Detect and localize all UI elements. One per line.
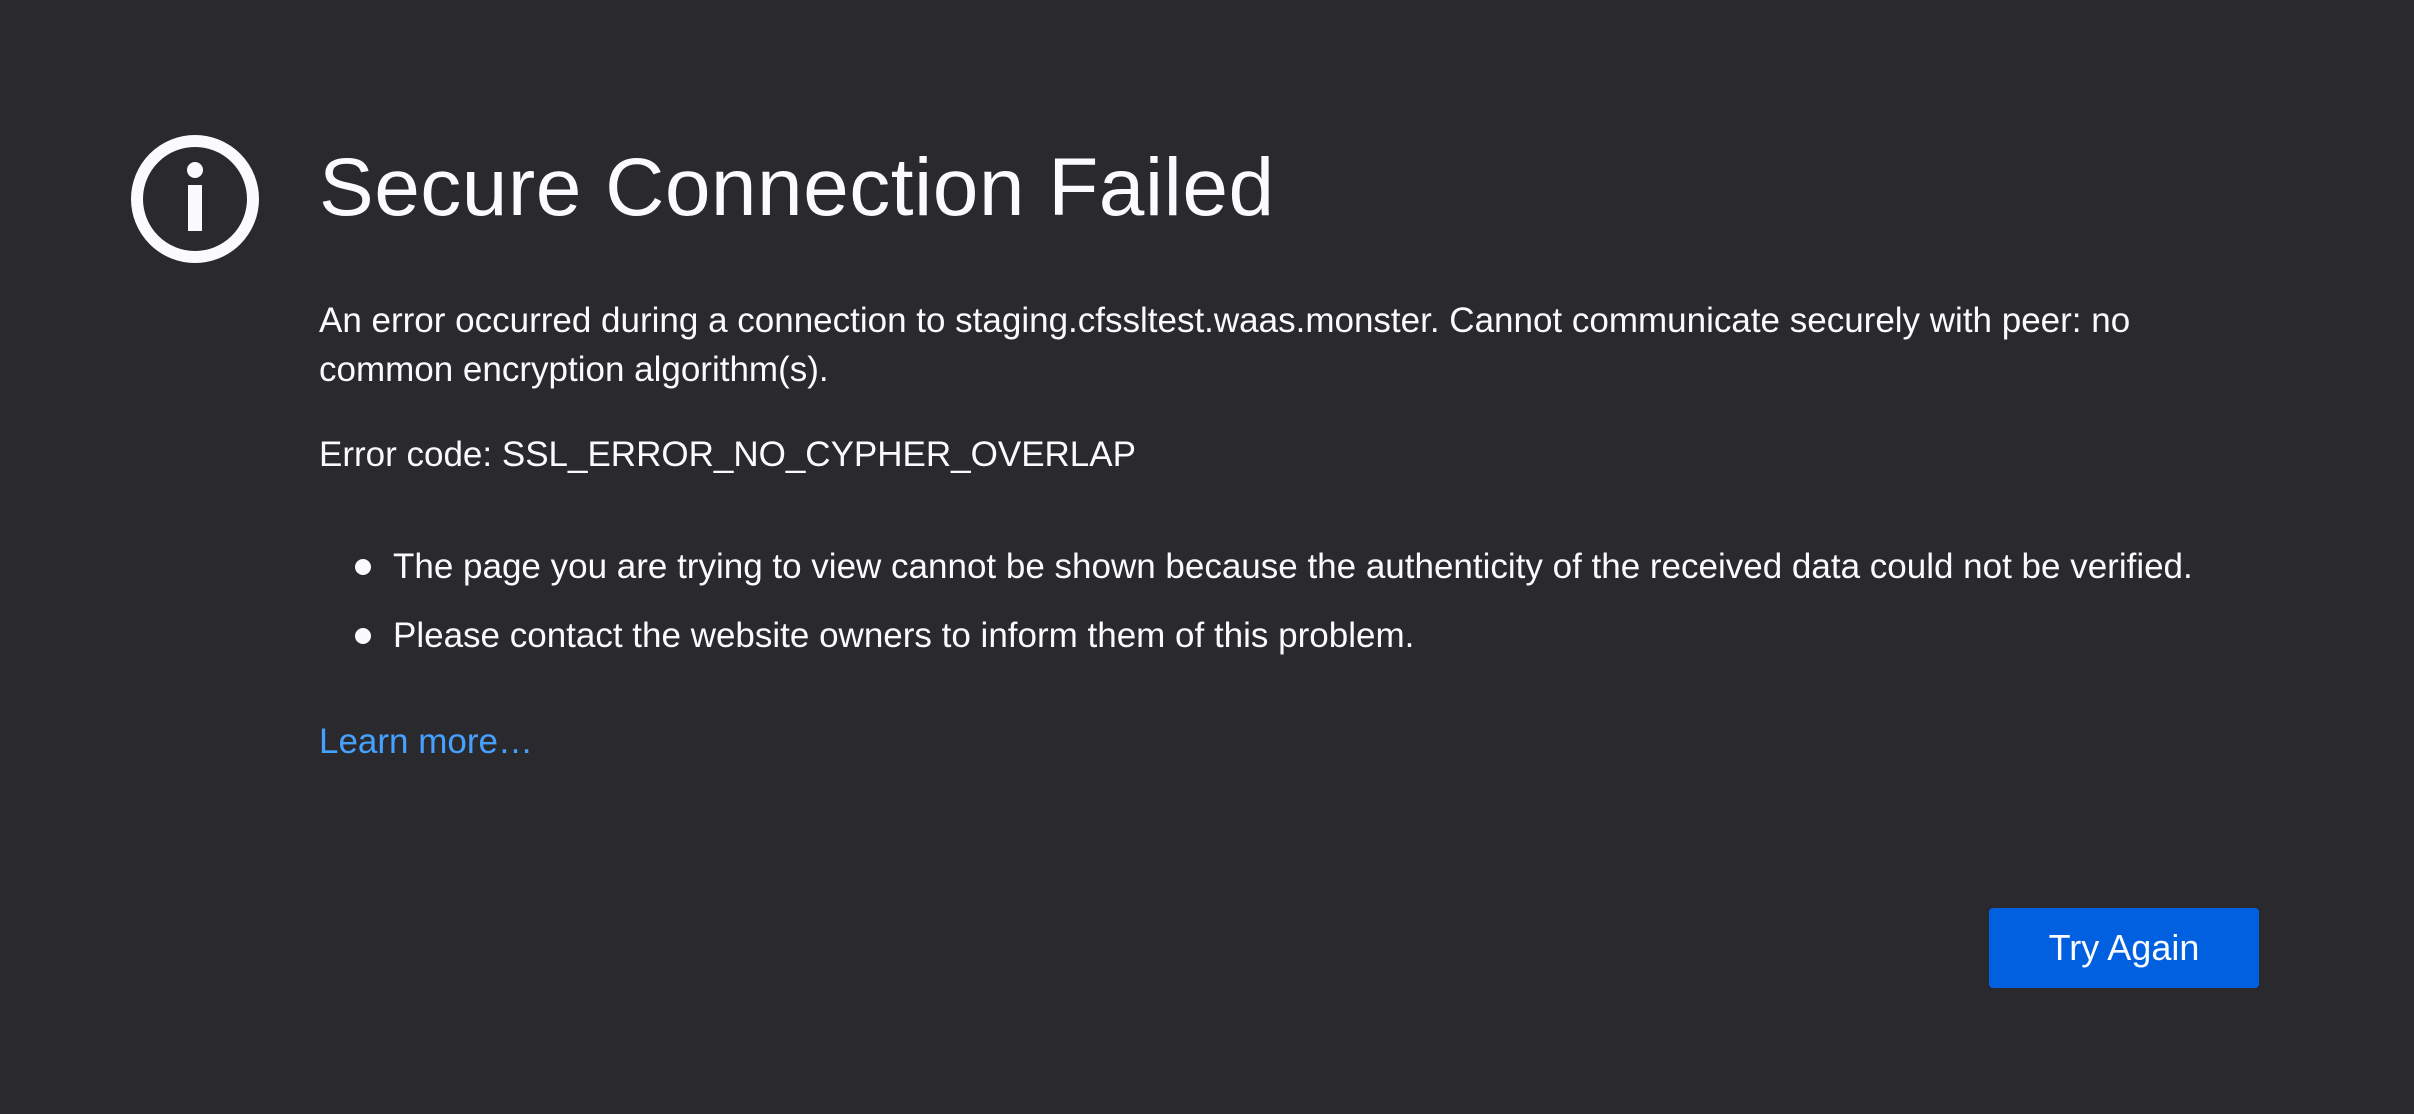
page-title: Secure Connection Failed: [319, 142, 1275, 233]
list-item: Please contact the website owners to inf…: [355, 611, 2259, 660]
list-item: The page you are trying to view cannot b…: [355, 542, 2259, 591]
error-code: Error code: SSL_ERROR_NO_CYPHER_OVERLAP: [319, 435, 1136, 474]
bullet-icon: [355, 628, 371, 644]
info-icon: [131, 135, 259, 263]
advice-list: The page you are trying to view cannot b…: [319, 542, 2259, 660]
list-item-text: Please contact the website owners to inf…: [393, 616, 1415, 655]
bullet-icon: [355, 559, 371, 575]
try-again-button[interactable]: Try Again: [1989, 908, 2259, 988]
error-content: Secure Connection Failed An error occurr…: [319, 138, 2259, 766]
learn-more-link[interactable]: Learn more…: [319, 717, 533, 766]
list-item-text: The page you are trying to view cannot b…: [393, 547, 2193, 586]
error-page: Secure Connection Failed An error occurr…: [0, 0, 2414, 1114]
error-description: An error occurred during a connection to…: [319, 301, 2131, 389]
